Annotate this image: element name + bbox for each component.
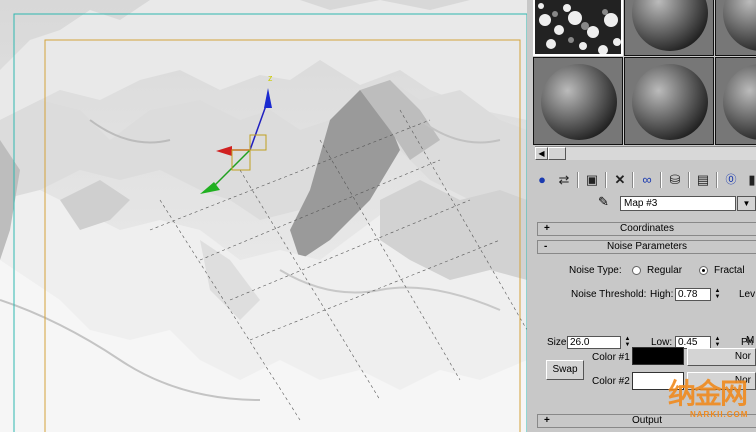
- fractal-label: Fractal: [714, 265, 745, 276]
- toolbar-separator: [577, 172, 579, 188]
- slots-scrollbar[interactable]: ◀: [535, 146, 756, 160]
- swap-button[interactable]: Swap: [546, 360, 584, 380]
- regular-label: Regular: [647, 265, 683, 276]
- maps-label: M: [746, 335, 755, 346]
- noise-type-label: Noise Type:: [569, 265, 622, 276]
- rollout-noise-parameters[interactable]: - Noise Parameters: [537, 240, 756, 254]
- color1-map-button[interactable]: Nor: [687, 348, 756, 366]
- rollout-coordinates[interactable]: + Coordinates: [537, 222, 756, 236]
- size-label: Size:: [547, 337, 570, 348]
- assign-material-icon[interactable]: ▣: [582, 170, 602, 190]
- size-spinner-icon[interactable]: ▲ ▼: [623, 336, 632, 349]
- rollout-title: Coordinates: [620, 223, 674, 234]
- sample-slot-noise[interactable]: [533, 0, 623, 56]
- sample-slot-4[interactable]: [533, 57, 623, 145]
- material-id-icon[interactable]: ▤: [693, 170, 713, 190]
- noise-preview: [535, 0, 621, 54]
- toolbar-separator: [660, 172, 662, 188]
- sample-slot-6[interactable]: [715, 57, 756, 145]
- put-to-library-icon[interactable]: ⛁: [665, 170, 685, 190]
- perspective-viewport[interactable]: z: [0, 0, 527, 432]
- toolbar-separator: [716, 172, 718, 188]
- toolbar-separator: [688, 172, 690, 188]
- sample-slot-3[interactable]: [715, 0, 756, 56]
- high-input[interactable]: 0.78: [675, 288, 711, 301]
- radio-regular[interactable]: [632, 266, 641, 275]
- show-map-icon[interactable]: ⓪: [721, 170, 741, 190]
- sample-slot-2[interactable]: [624, 0, 714, 56]
- sample-slot-5[interactable]: [624, 57, 714, 145]
- gizmo-z-label: z: [268, 73, 273, 83]
- make-unique-icon[interactable]: ∞: [637, 170, 657, 190]
- map-name-field[interactable]: Map #3: [620, 196, 736, 211]
- levels-label: Lev: [739, 289, 756, 300]
- noise-threshold-label: Noise Threshold:: [571, 289, 647, 300]
- radio-fractal[interactable]: [699, 266, 708, 275]
- watermark-logo: 纳金网: [668, 378, 748, 409]
- put-to-scene-icon[interactable]: ⇄: [554, 170, 574, 190]
- color2-label: Color #2: [592, 376, 630, 387]
- high-label: High:: [650, 289, 674, 300]
- rollout-title: Noise Parameters: [606, 241, 688, 252]
- color1-swatch[interactable]: [632, 347, 684, 365]
- color1-label: Color #1: [592, 352, 630, 363]
- get-material-icon[interactable]: ●: [532, 170, 552, 190]
- show-end-result-icon[interactable]: ▮: [742, 170, 756, 190]
- delete-icon[interactable]: ✕: [610, 170, 630, 190]
- pick-material-icon[interactable]: ✎: [598, 195, 609, 208]
- scroll-thumb[interactable]: [548, 147, 566, 160]
- map-type-dropdown-icon[interactable]: ▼: [737, 196, 756, 211]
- toolbar-separator: [632, 172, 634, 188]
- watermark-url: NARKII.COM: [690, 410, 749, 419]
- high-spinner-icon[interactable]: ▲ ▼: [713, 288, 722, 301]
- toolbar-separator: [605, 172, 607, 188]
- scroll-left-icon[interactable]: ◀: [535, 147, 548, 160]
- transform-gizmo[interactable]: [0, 0, 527, 432]
- size-input[interactable]: 26.0: [567, 336, 621, 349]
